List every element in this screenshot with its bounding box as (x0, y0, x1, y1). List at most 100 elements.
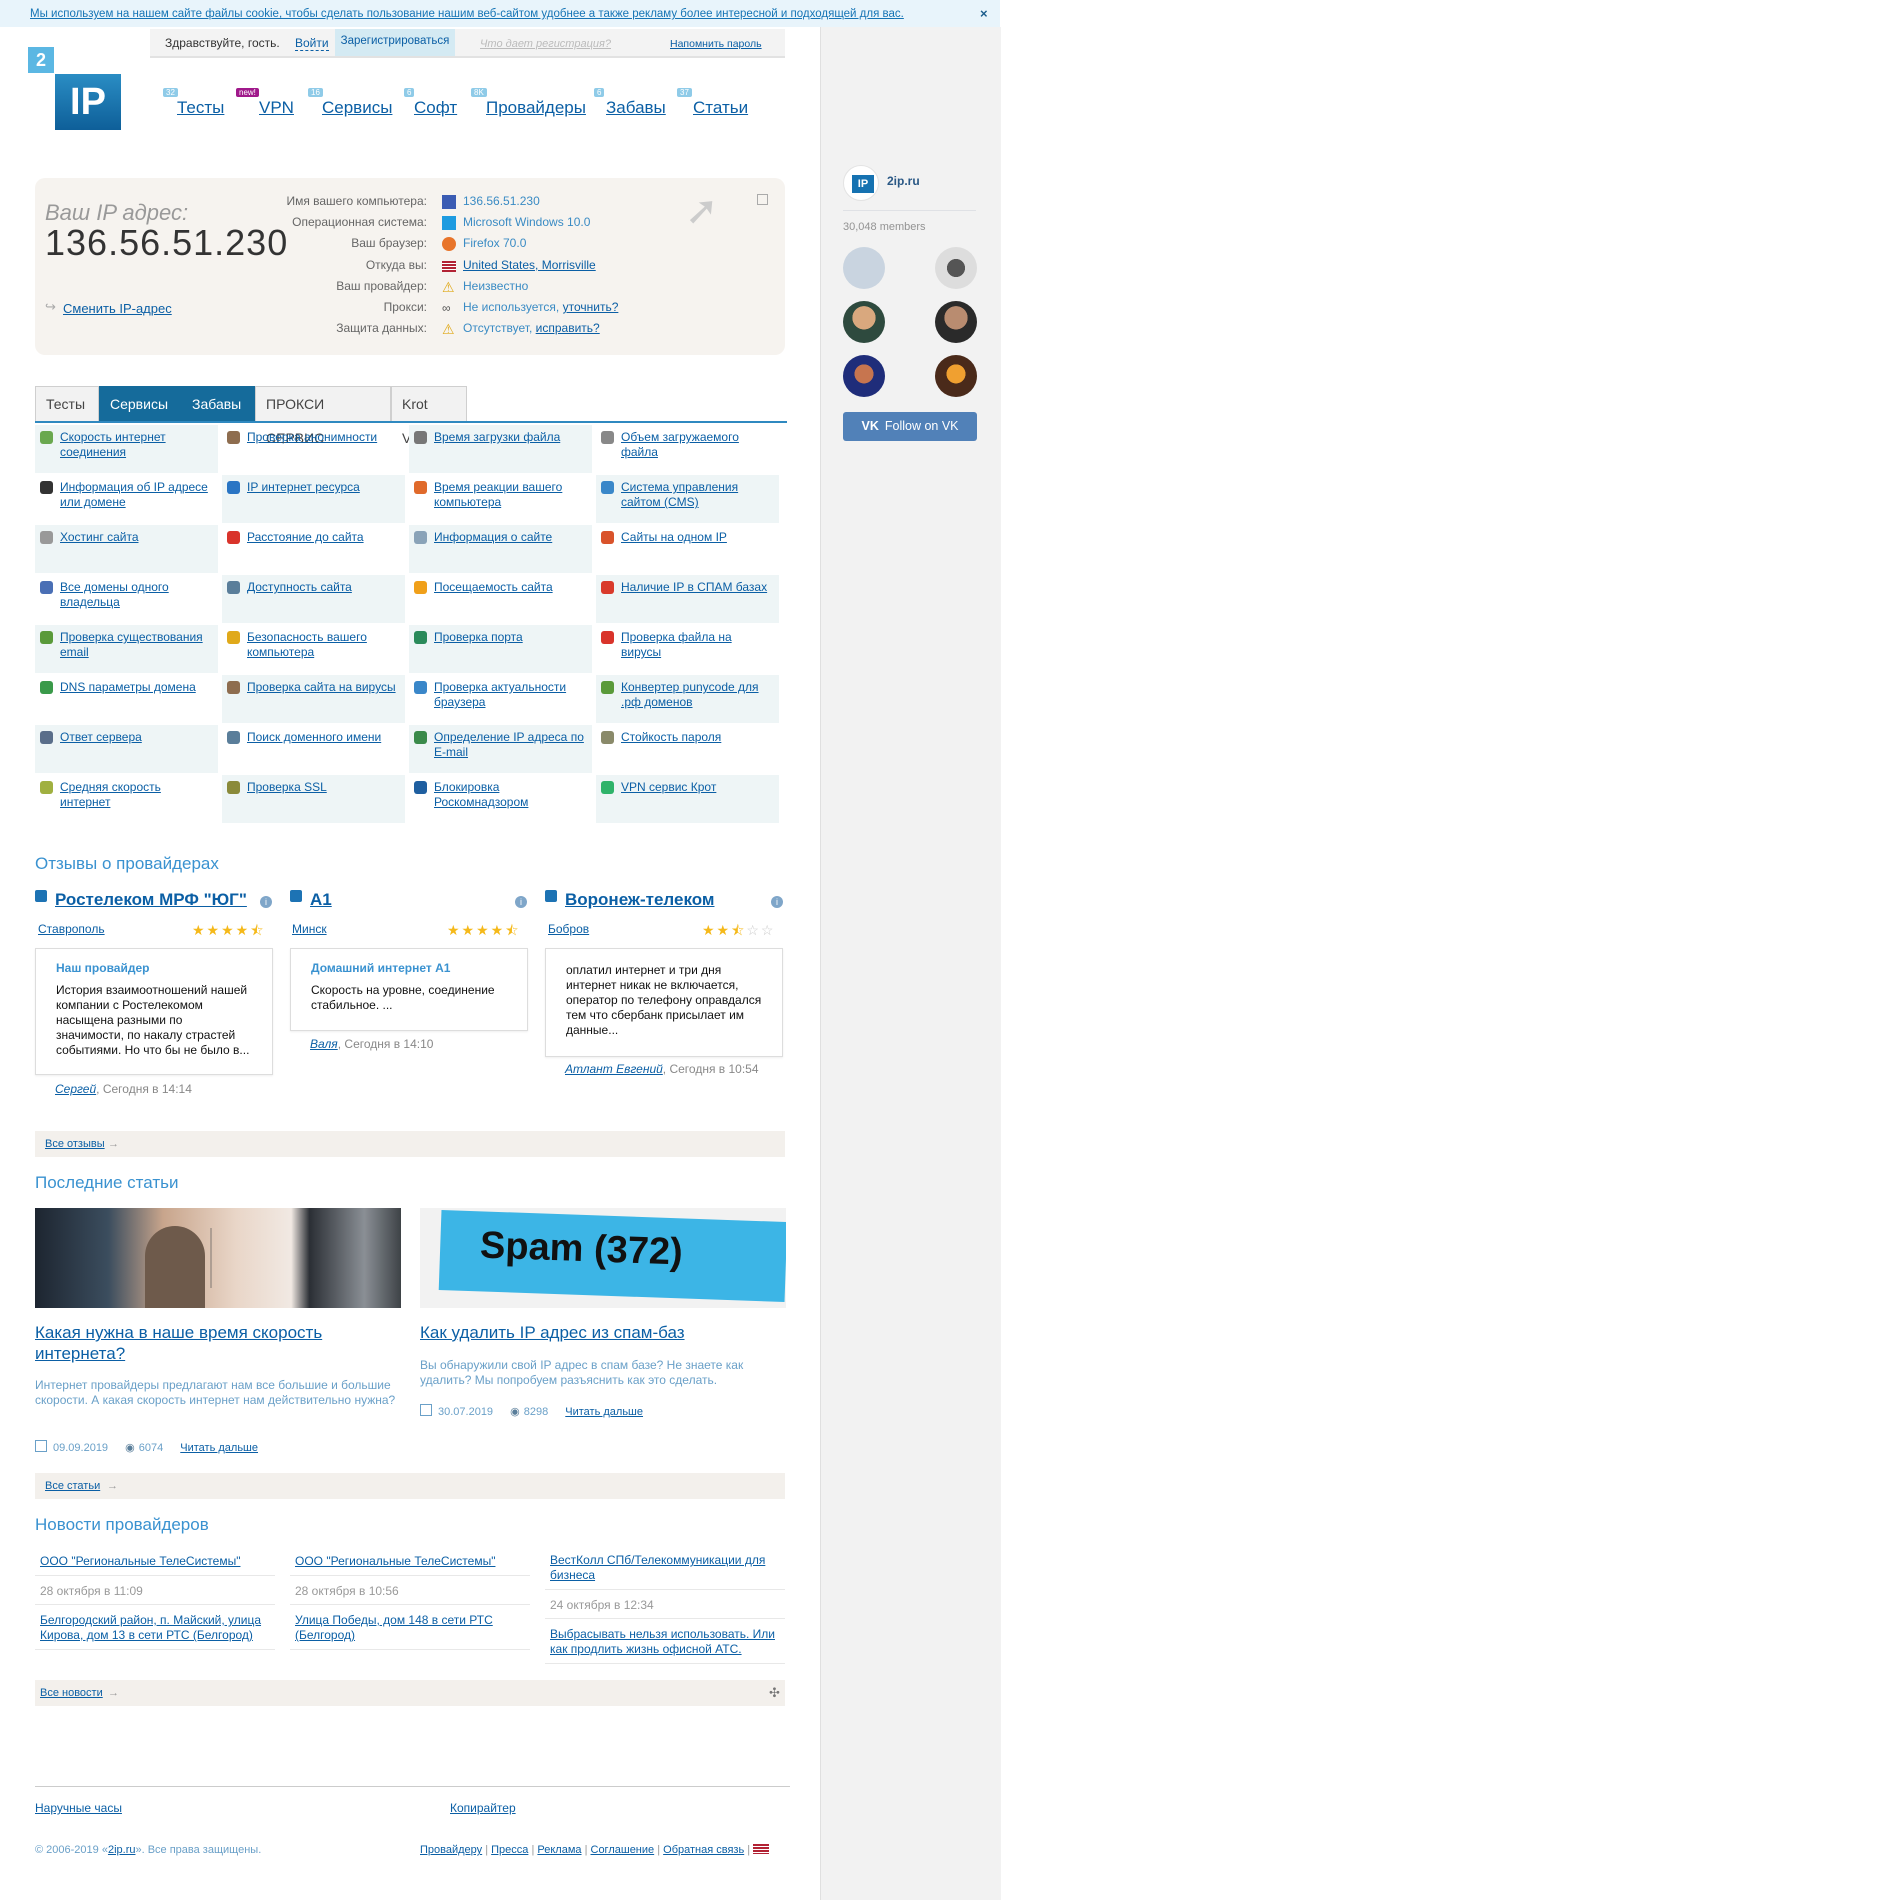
all-news-link[interactable]: Все новости (40, 1687, 103, 1699)
tab-proxy[interactable]: ПРОКСИ СЕРВИС (255, 386, 391, 446)
service-link[interactable]: Доступность сайта (247, 580, 399, 595)
service-link[interactable]: Проверка сайта на вирусы (247, 680, 399, 695)
service-link[interactable]: Наличие IP в СПАМ базах (621, 580, 773, 595)
nav-services[interactable]: Сервисы (322, 98, 392, 118)
article-title-link[interactable]: Какая нужна в наше время скорость интерн… (35, 1322, 401, 1364)
service-link[interactable]: Проверка существования email (60, 630, 212, 660)
news-headline-link[interactable]: Выбрасывать нельзя использовать. Или как… (550, 1627, 775, 1656)
site-logo[interactable]: 2 IP (28, 47, 123, 132)
close-icon[interactable]: × (980, 6, 988, 21)
nav-articles[interactable]: Статьи (693, 98, 748, 118)
nav-fun[interactable]: Забавы (606, 98, 666, 118)
footer-watches-link[interactable]: Наручные часы (35, 1801, 122, 1815)
why-register-link[interactable]: Что дает регистрация? (480, 38, 611, 50)
vk-group-logo[interactable]: IP (843, 165, 879, 201)
footer-link-provider[interactable]: Провайдеру (420, 1844, 482, 1856)
vk-follow-button[interactable]: VK Follow on VK (843, 412, 977, 441)
author-link[interactable]: Валя (310, 1037, 338, 1051)
service-link[interactable]: Блокировка Роскомнадзором (434, 780, 586, 810)
avatar[interactable] (935, 355, 977, 397)
service-link[interactable]: Объем загружаемого файла (621, 430, 773, 460)
read-more-link[interactable]: Читать дальше (565, 1406, 643, 1418)
tab-services[interactable]: Сервисы (99, 386, 181, 421)
service-link[interactable]: Проверка порта (434, 630, 586, 645)
service-link[interactable]: Определение IP адреса по E-mail (434, 730, 586, 760)
fix-link[interactable]: исправить? (536, 321, 600, 335)
tab-tests[interactable]: Тесты (35, 386, 99, 421)
service-link[interactable]: Стойкость пароля (621, 730, 773, 745)
service-link[interactable]: Безопасность вашего компьютера (247, 630, 399, 660)
nav-soft[interactable]: Софт (414, 98, 457, 118)
author-link[interactable]: Сергей (55, 1082, 96, 1096)
info-icon[interactable]: i (260, 896, 272, 908)
service-link[interactable]: Посещаемость сайта (434, 580, 586, 595)
service-link[interactable]: VPN сервис Крот (621, 780, 773, 795)
service-link[interactable]: Средняя скорость интернет (60, 780, 212, 810)
service-link[interactable]: Поиск доменного имени (247, 730, 399, 745)
news-provider-link[interactable]: ООО "Региональные ТелеСистемы" (40, 1554, 240, 1568)
footer-link-ads[interactable]: Реклама (537, 1844, 581, 1856)
news-provider-link[interactable]: ВестКолл СПб/Телекоммуникации для бизнес… (550, 1553, 765, 1582)
review-city-link[interactable]: Ставрополь (38, 922, 105, 936)
review-city-link[interactable]: Минск (292, 922, 327, 936)
footer-link-agreement[interactable]: Соглашение (591, 1844, 655, 1856)
news-provider-link[interactable]: ООО "Региональные ТелеСистемы" (295, 1554, 495, 1568)
service-link[interactable]: Ответ сервера (60, 730, 212, 745)
avatar[interactable] (843, 355, 885, 397)
vk-group-name[interactable]: 2ip.ru (887, 174, 920, 188)
footer-copywriter-link[interactable]: Копирайтер (450, 1801, 516, 1815)
remind-password-link[interactable]: Напомнить пароль (670, 38, 762, 50)
review-provider-link[interactable]: Воронеж-телеком (565, 890, 714, 910)
news-headline-link[interactable]: Белгородский район, п. Майский, улица Ки… (40, 1613, 261, 1642)
nav-tests[interactable]: Тесты (177, 98, 224, 118)
service-link[interactable]: Система управления сайтом (CMS) (621, 480, 773, 510)
service-link[interactable]: Проверка анонимности (247, 430, 399, 445)
service-link[interactable]: Время реакции вашего компьютера (434, 480, 586, 510)
nav-providers[interactable]: Провайдеры (486, 98, 586, 118)
clarify-link[interactable]: уточнить? (563, 300, 619, 314)
nav-vpn[interactable]: VPN (259, 98, 294, 118)
login-link[interactable]: Войти (295, 36, 329, 51)
service-link[interactable]: IP интернет ресурса (247, 480, 399, 495)
footer-link-feedback[interactable]: Обратная связь (663, 1844, 744, 1856)
tab-fun[interactable]: Забавы (181, 386, 255, 421)
news-headline-link[interactable]: Улица Победы, дом 148 в сети РТС (Белгор… (295, 1613, 493, 1642)
review-city-link[interactable]: Бобров (548, 922, 589, 936)
service-link[interactable]: DNS параметры домена (60, 680, 212, 695)
service-link[interactable]: Информация о сайте (434, 530, 586, 545)
service-link[interactable]: Проверка файла на вирусы (621, 630, 773, 660)
service-link[interactable]: Проверка актуальности браузера (434, 680, 586, 710)
footer-link-press[interactable]: Пресса (491, 1844, 528, 1856)
tab-krot-vpn[interactable]: Krot VPN (391, 386, 467, 446)
service-link[interactable]: Сайты на одном IP (621, 530, 773, 545)
service-link[interactable]: Информация об IP адресе или домене (60, 480, 212, 510)
avatar[interactable] (935, 301, 977, 343)
service-link[interactable]: Хостинг сайта (60, 530, 212, 545)
service-link[interactable]: Время загрузки файла (434, 430, 586, 445)
read-more-link[interactable]: Читать дальше (180, 1442, 258, 1454)
info-icon[interactable]: i (771, 896, 783, 908)
change-ip-link[interactable]: Сменить IP-адрес (63, 301, 172, 316)
article-image[interactable]: Spam (372) (420, 1208, 786, 1308)
service-link[interactable]: Конвертер punycode для .рф доменов (621, 680, 773, 710)
us-flag-icon[interactable] (753, 1844, 770, 1854)
copyright-site-link[interactable]: 2ip.ru (108, 1844, 136, 1856)
service-link[interactable]: Скорость интернет соединения (60, 430, 212, 460)
avatar[interactable] (935, 247, 977, 289)
service-link[interactable]: Проверка SSL (247, 780, 399, 795)
all-reviews-link[interactable]: Все отзывы (45, 1138, 105, 1150)
service-link[interactable]: Расстояние до сайта (247, 530, 399, 545)
all-articles-link[interactable]: Все статьи (45, 1480, 100, 1492)
avatar[interactable] (843, 247, 885, 289)
article-title-link[interactable]: Как удалить IP адрес из спам-баз (420, 1322, 786, 1343)
author-link[interactable]: Атлант Евгений (565, 1062, 663, 1076)
cookie-text-link[interactable]: Мы используем на нашем сайте файлы cooki… (30, 8, 904, 20)
service-link[interactable]: Все домены одного владельца (60, 580, 212, 610)
article-image[interactable] (35, 1208, 401, 1308)
info-icon[interactable]: i (515, 896, 527, 908)
location-link[interactable]: United States, Morrisville (463, 258, 596, 272)
review-provider-link[interactable]: Ростелеком МРФ "ЮГ" (55, 890, 247, 910)
expand-icon[interactable]: ✣ (769, 1685, 780, 1701)
avatar[interactable] (843, 301, 885, 343)
register-button[interactable]: Зарегистрироваться (335, 29, 455, 56)
